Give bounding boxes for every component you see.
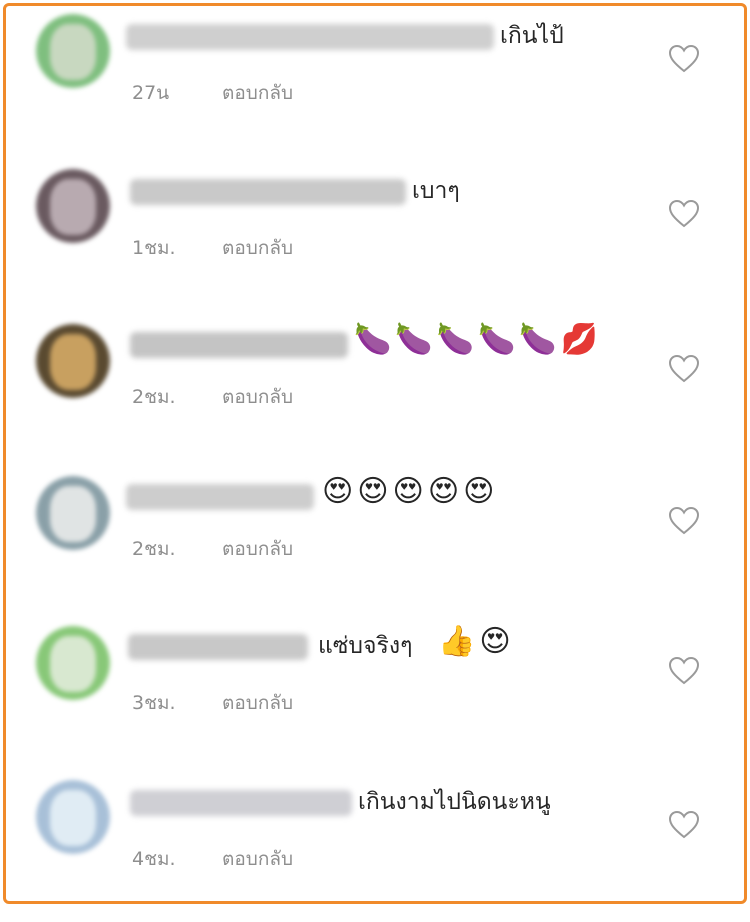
heart-outline-icon[interactable]	[668, 810, 700, 840]
comment-time: 4ชม.	[132, 848, 176, 870]
heart-outline-icon[interactable]	[668, 354, 700, 384]
reply-button[interactable]: ตอบกลับ	[222, 386, 293, 408]
avatar[interactable]	[36, 169, 110, 243]
comment-meta: 3ชม. ตอบกลับ	[132, 688, 293, 718]
username[interactable]	[130, 179, 406, 205]
reply-button[interactable]: ตอบกลับ	[222, 82, 293, 104]
reply-button[interactable]: ตอบกลับ	[222, 237, 293, 259]
comment-text: เกินไป้	[500, 23, 564, 49]
avatar[interactable]	[36, 324, 110, 398]
comment-time: 27น	[132, 82, 170, 104]
heart-outline-icon[interactable]	[668, 44, 700, 74]
comment-item: เกินไป้ 27น ตอบกลับ	[6, 6, 744, 156]
username[interactable]	[126, 24, 494, 50]
heart-outline-icon[interactable]	[668, 656, 700, 686]
comment-emoji: 🍆🍆🍆🍆🍆💋	[354, 322, 603, 357]
avatar[interactable]	[36, 780, 110, 854]
comment-meta: 2ชม. ตอบกลับ	[132, 382, 293, 412]
avatar[interactable]	[36, 14, 110, 88]
comments-panel: เกินไป้ 27น ตอบกลับ เบาๆ 1ชม. ตอบกลับ 🍆🍆…	[3, 3, 747, 904]
reply-button[interactable]: ตอบกลับ	[222, 848, 293, 870]
comment-meta: 27น ตอบกลับ	[132, 78, 293, 108]
comment-text: แซ่บจริงๆ	[318, 633, 413, 659]
username[interactable]	[130, 790, 352, 816]
comment-emoji: 👍😍	[438, 624, 515, 659]
comment-meta: 1ชม. ตอบกลับ	[132, 233, 293, 263]
comment-item: 🍆🍆🍆🍆🍆💋 2ชม. ตอบกลับ	[6, 316, 744, 466]
comment-text: เบาๆ	[412, 178, 460, 204]
comment-meta: 4ชม. ตอบกลับ	[132, 844, 293, 874]
comment-item: เบาๆ 1ชม. ตอบกลับ	[6, 161, 744, 311]
reply-button[interactable]: ตอบกลับ	[222, 692, 293, 714]
comment-meta: 2ชม. ตอบกลับ	[132, 534, 293, 564]
avatar[interactable]	[36, 626, 110, 700]
comment-emoji: 😍😍😍😍😍	[322, 474, 499, 509]
avatar[interactable]	[36, 476, 110, 550]
heart-outline-icon[interactable]	[668, 506, 700, 536]
comment-time: 2ชม.	[132, 538, 176, 560]
comment-text: เกินงามไปนิดนะหนู	[358, 789, 551, 815]
comment-item: 😍😍😍😍😍 2ชม. ตอบกลับ	[6, 468, 744, 618]
comment-time: 1ชม.	[132, 237, 176, 259]
comment-time: 3ชม.	[132, 692, 176, 714]
reply-button[interactable]: ตอบกลับ	[222, 538, 293, 560]
comment-item: แซ่บจริงๆ 👍😍 3ชม. ตอบกลับ	[6, 618, 744, 768]
username[interactable]	[126, 484, 314, 510]
username[interactable]	[130, 332, 348, 358]
comment-item: เกินงามไปนิดนะหนู 4ชม. ตอบกลับ	[6, 772, 744, 922]
heart-outline-icon[interactable]	[668, 199, 700, 229]
comment-time: 2ชม.	[132, 386, 176, 408]
username[interactable]	[128, 634, 308, 660]
